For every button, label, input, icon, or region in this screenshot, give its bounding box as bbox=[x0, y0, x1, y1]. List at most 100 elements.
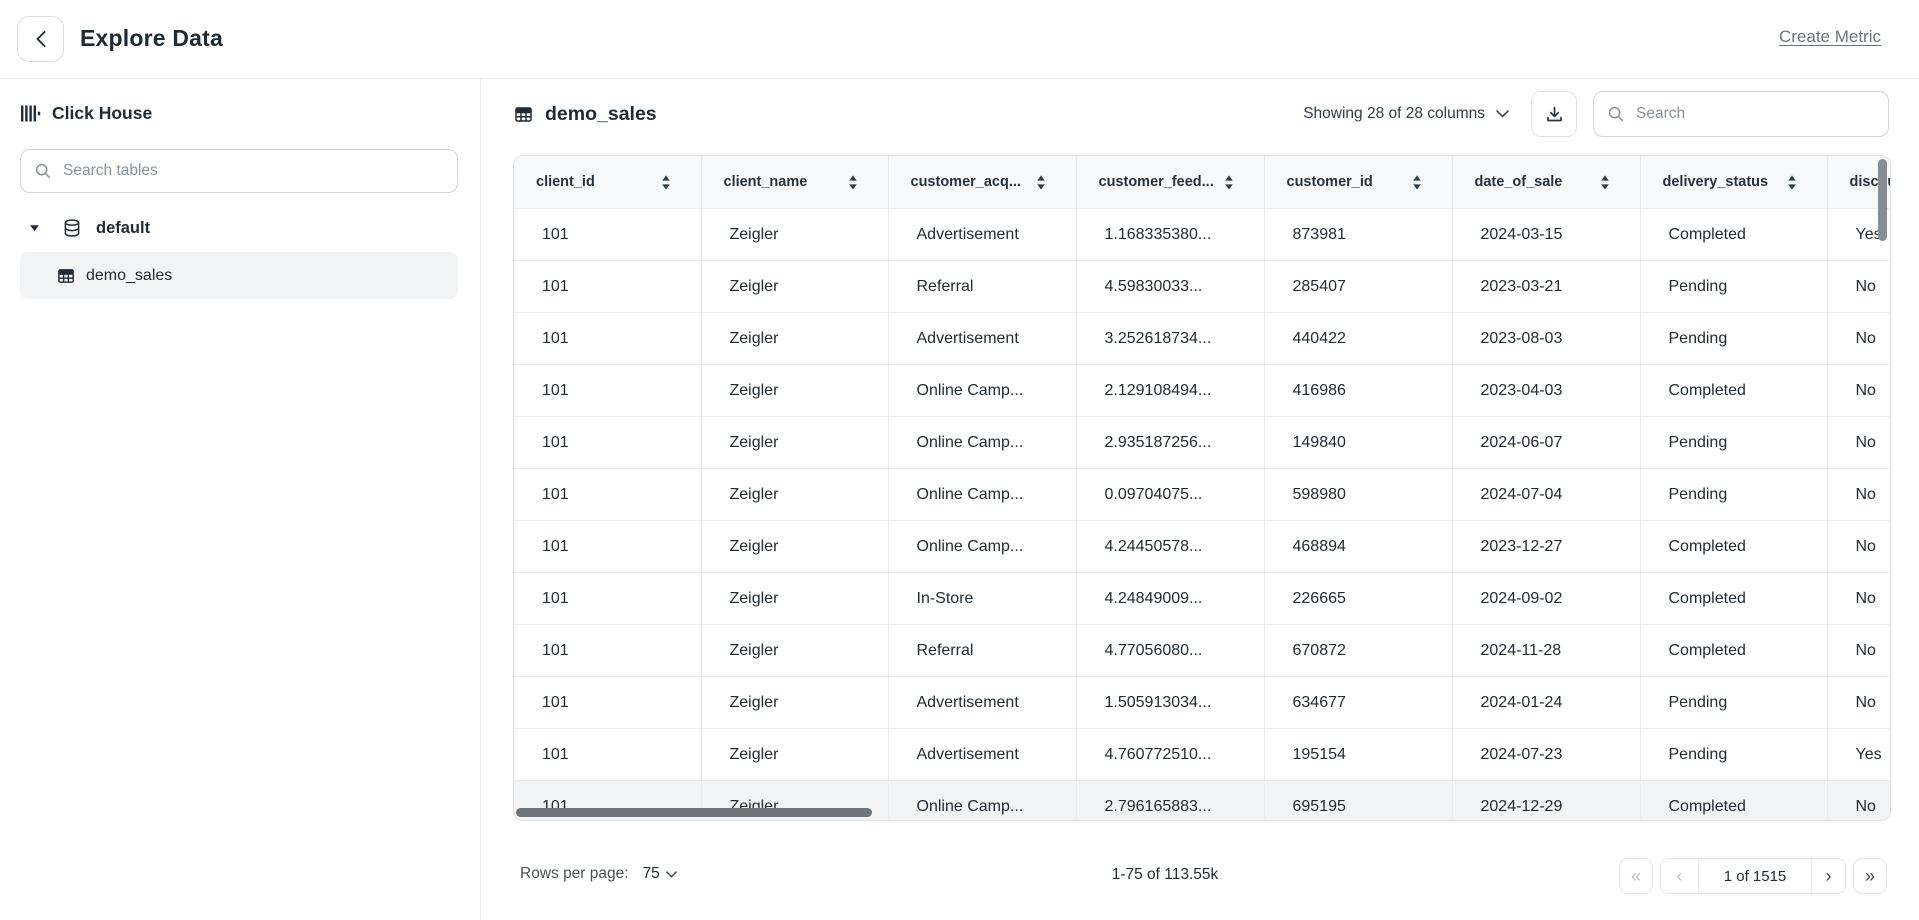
caret-down-icon[interactable] bbox=[29, 224, 40, 232]
chevron-left-icon bbox=[36, 31, 46, 47]
table-cell: 2024-07-04 bbox=[1452, 469, 1640, 521]
table-title: demo_sales bbox=[545, 103, 657, 126]
columns-summary-label: Showing 28 of 28 columns bbox=[1303, 105, 1485, 123]
clickhouse-logo-icon bbox=[20, 103, 41, 124]
table-cell: 4.59830033... bbox=[1076, 261, 1264, 313]
table-cell: 873981 bbox=[1264, 209, 1452, 261]
table-cell: Completed bbox=[1640, 573, 1827, 625]
table-cell: 101 bbox=[514, 417, 701, 469]
table-cell: 285407 bbox=[1264, 261, 1452, 313]
main-toolbar: demo_sales Showing 28 of 28 columns bbox=[513, 85, 1889, 143]
table-cell: 195154 bbox=[1264, 729, 1452, 781]
column-label: date_of_sale bbox=[1475, 174, 1563, 190]
columns-visibility-dropdown[interactable]: Showing 28 of 28 columns bbox=[1303, 105, 1509, 123]
prev-page-button[interactable]: ‹ bbox=[1661, 859, 1699, 893]
table-cell: 101 bbox=[514, 521, 701, 573]
table-footer: Rows per page: 75 1-75 of 113.55k « ‹ 1 … bbox=[513, 856, 1889, 896]
table-cell: Completed bbox=[1640, 365, 1827, 417]
table-row[interactable]: 101ZeiglerOnline Camp...0.09704075...598… bbox=[514, 469, 1891, 521]
datasource-header: Click House bbox=[20, 103, 152, 124]
table-cell: Zeigler bbox=[701, 521, 888, 573]
table-cell: 2024-07-23 bbox=[1452, 729, 1640, 781]
table-cell: Zeigler bbox=[701, 573, 888, 625]
table-row[interactable]: 101ZeiglerReferral4.77056080...670872202… bbox=[514, 625, 1891, 677]
vertical-scrollbar[interactable] bbox=[1878, 159, 1887, 241]
column-header-2[interactable]: customer_acq... bbox=[888, 156, 1076, 209]
table-cell: No bbox=[1827, 469, 1891, 521]
table-row[interactable]: 101ZeiglerIn-Store4.24849009...226665202… bbox=[514, 573, 1891, 625]
database-icon bbox=[62, 218, 82, 238]
column-header-3[interactable]: customer_feed... bbox=[1076, 156, 1264, 209]
sort-icon bbox=[1600, 175, 1610, 190]
rows-per-page: Rows per page: 75 bbox=[520, 865, 677, 883]
horizontal-scrollbar[interactable] bbox=[516, 808, 872, 817]
table-grid-icon bbox=[513, 104, 534, 125]
sidebar-item-demo-sales[interactable]: demo_sales bbox=[20, 252, 458, 299]
table-cell: 101 bbox=[514, 365, 701, 417]
table-cell: 2023-04-03 bbox=[1452, 365, 1640, 417]
table-row[interactable]: 101ZeiglerAdvertisement1.505913034...634… bbox=[514, 677, 1891, 729]
table-cell: Advertisement bbox=[888, 729, 1076, 781]
demo-sales-table: client_id client_name customer_acq... custo… bbox=[514, 156, 1891, 821]
table-row[interactable]: 101ZeiglerReferral4.59830033...285407202… bbox=[514, 261, 1891, 313]
column-header-4[interactable]: customer_id bbox=[1264, 156, 1452, 209]
back-button[interactable] bbox=[17, 16, 64, 62]
table-cell: 2.796165883... bbox=[1076, 781, 1264, 822]
table-row[interactable]: 101ZeiglerAdvertisement3.252618734...440… bbox=[514, 313, 1891, 365]
table-cell: 2023-08-03 bbox=[1452, 313, 1640, 365]
table-cell: Pending bbox=[1640, 469, 1827, 521]
table-row[interactable]: 101ZeiglerOnline Camp...2.129108494...41… bbox=[514, 365, 1891, 417]
table-cell: Zeigler bbox=[701, 417, 888, 469]
table-cell: 226665 bbox=[1264, 573, 1452, 625]
last-page-button[interactable]: » bbox=[1853, 858, 1887, 894]
sort-icon bbox=[848, 175, 858, 190]
rows-per-page-label: Rows per page: bbox=[520, 865, 629, 883]
table-cell: Pending bbox=[1640, 677, 1827, 729]
column-label: client_id bbox=[536, 174, 595, 190]
download-button[interactable] bbox=[1531, 91, 1577, 137]
table-row[interactable]: 101ZeiglerAdvertisement1.168335380...873… bbox=[514, 209, 1891, 261]
page-stepper: ‹ 1 of 1515 › bbox=[1660, 858, 1846, 894]
rows-per-page-select[interactable]: 75 bbox=[643, 865, 677, 883]
column-header-1[interactable]: client_name bbox=[701, 156, 888, 209]
table-cell: 2023-12-27 bbox=[1452, 521, 1640, 573]
table-cell: No bbox=[1827, 365, 1891, 417]
table-cell: Zeigler bbox=[701, 313, 888, 365]
column-header-6[interactable]: delivery_status bbox=[1640, 156, 1827, 209]
column-header-0[interactable]: client_id bbox=[514, 156, 701, 209]
table-cell: 2024-06-07 bbox=[1452, 417, 1640, 469]
table-row[interactable]: 101ZeiglerAdvertisement4.760772510...195… bbox=[514, 729, 1891, 781]
column-label: delivery_status bbox=[1663, 174, 1769, 190]
datasource-name: Click House bbox=[52, 103, 152, 124]
table-cell: 416986 bbox=[1264, 365, 1452, 417]
chevron-down-icon bbox=[666, 871, 677, 878]
sidebar-item-default-database[interactable]: default bbox=[0, 208, 150, 248]
column-label: customer_acq... bbox=[911, 174, 1021, 190]
chevron-down-icon bbox=[1496, 110, 1509, 118]
table-cell: 695195 bbox=[1264, 781, 1452, 822]
table-cell: Online Camp... bbox=[888, 781, 1076, 822]
search-icon bbox=[1607, 105, 1625, 123]
table-row[interactable]: 101ZeiglerOnline Camp...2.935187256...14… bbox=[514, 417, 1891, 469]
sort-icon bbox=[1412, 175, 1422, 190]
table-cell: 634677 bbox=[1264, 677, 1452, 729]
table-search-input[interactable] bbox=[1634, 104, 1875, 124]
download-icon bbox=[1544, 104, 1565, 125]
pagination: « ‹ 1 of 1515 › » bbox=[1619, 858, 1887, 894]
table-cell: Advertisement bbox=[888, 209, 1076, 261]
table-cell: Completed bbox=[1640, 521, 1827, 573]
sort-icon bbox=[1787, 175, 1797, 190]
table-cell: No bbox=[1827, 677, 1891, 729]
table-header-row: client_id client_name customer_acq... custo… bbox=[514, 156, 1891, 209]
table-cell: Completed bbox=[1640, 781, 1827, 822]
sidebar-table-label: demo_sales bbox=[86, 267, 172, 285]
table-cell: 4.77056080... bbox=[1076, 625, 1264, 677]
table-cell: 4.760772510... bbox=[1076, 729, 1264, 781]
first-page-button[interactable]: « bbox=[1619, 858, 1653, 894]
search-tables-input[interactable] bbox=[61, 161, 444, 181]
table-row[interactable]: 101ZeiglerOnline Camp...4.24450578...468… bbox=[514, 521, 1891, 573]
next-page-button[interactable]: › bbox=[1811, 859, 1845, 893]
column-header-5[interactable]: date_of_sale bbox=[1452, 156, 1640, 209]
create-metric-link[interactable]: Create Metric bbox=[1779, 27, 1881, 47]
table-cell: 670872 bbox=[1264, 625, 1452, 677]
